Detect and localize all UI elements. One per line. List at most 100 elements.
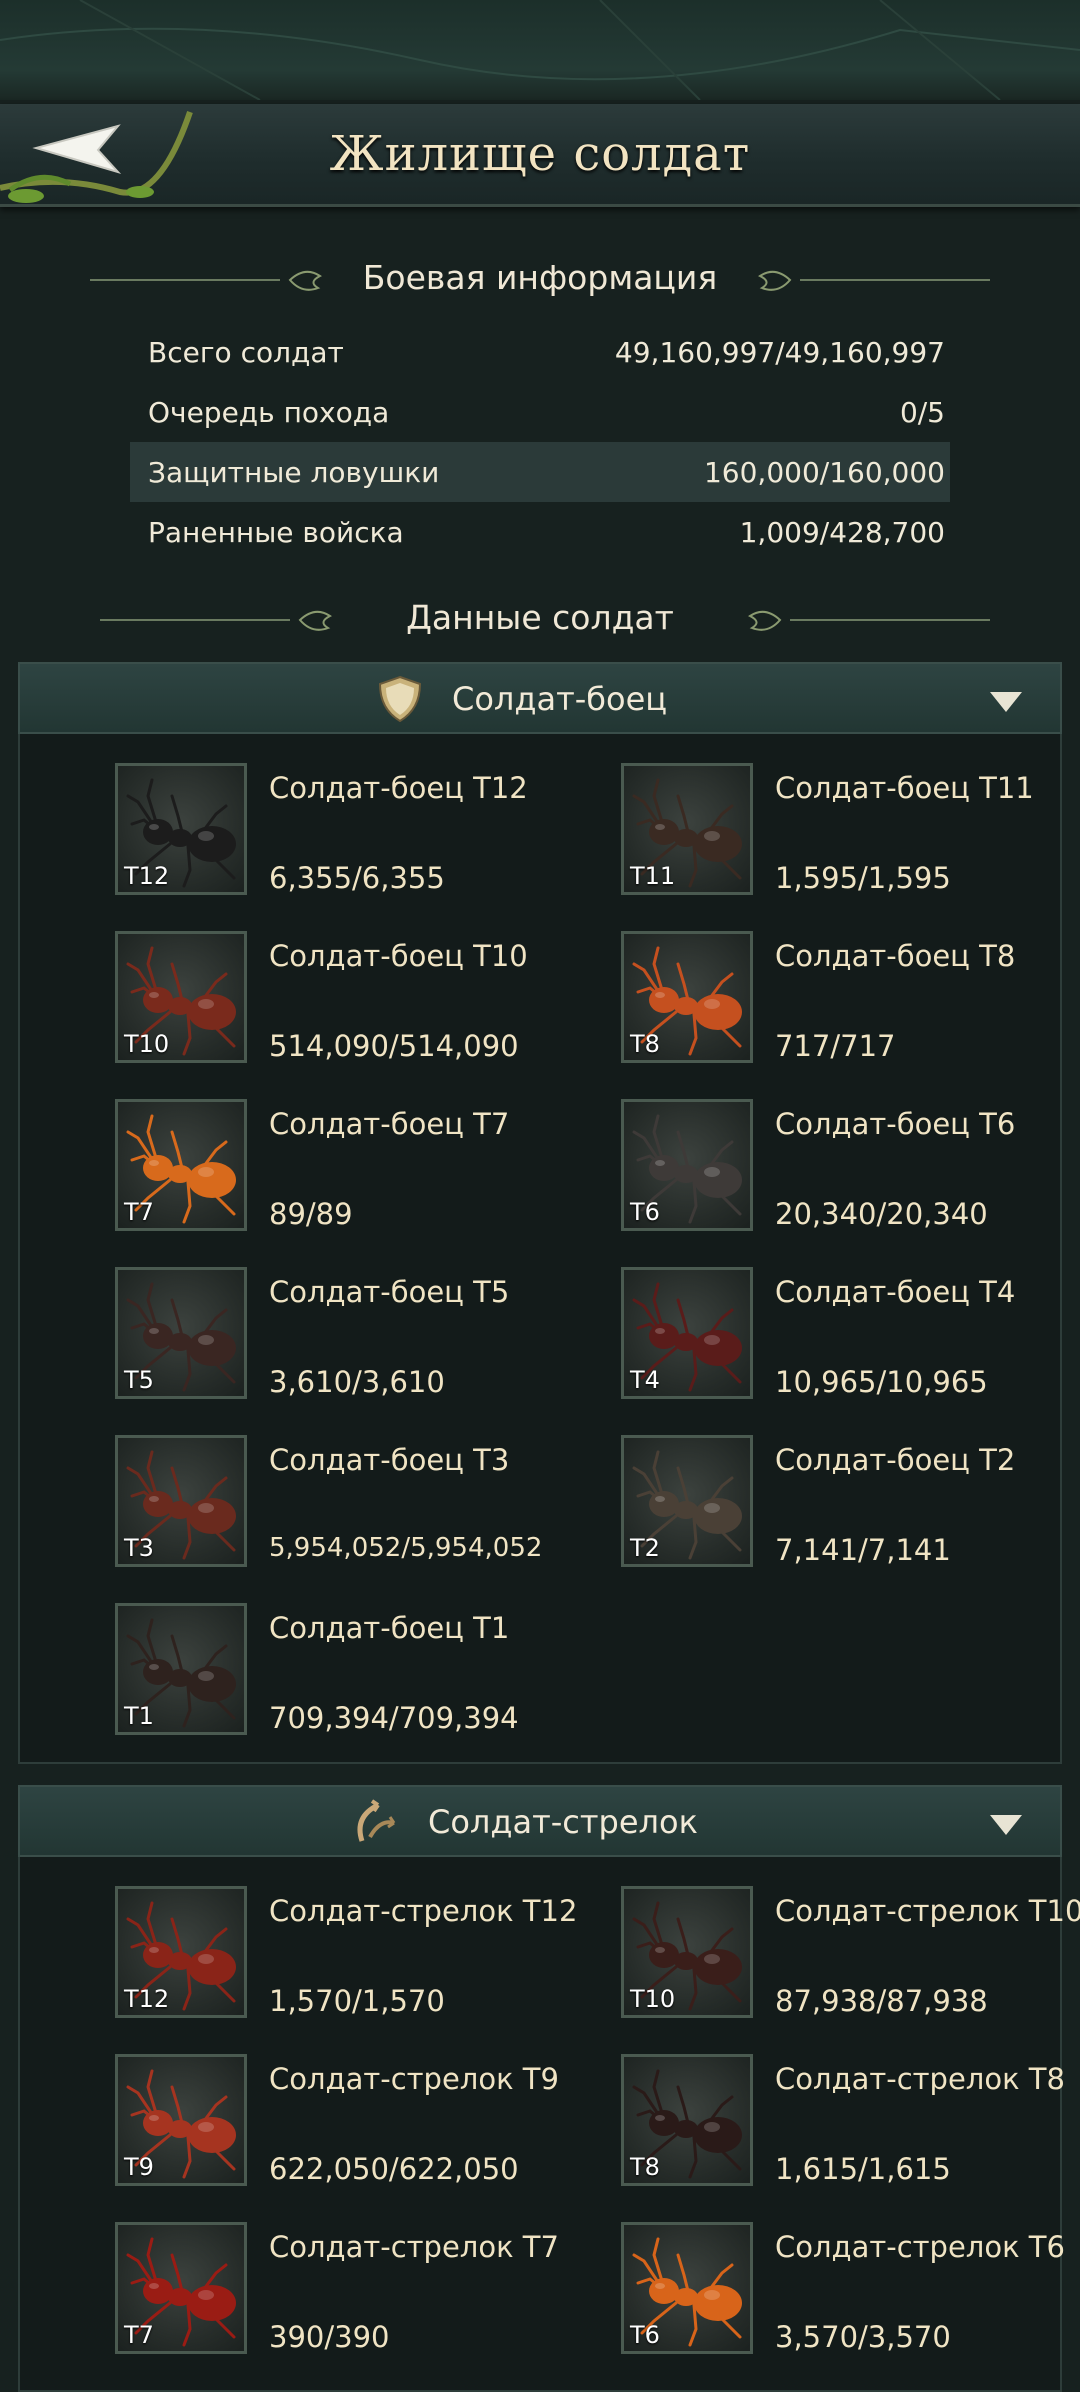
unit-card[interactable]: T9 Солдат-стрелок Т9 622,050/622,050 — [115, 2054, 615, 2194]
info-row-wounded: Раненные войска 1,009/428,700 — [148, 516, 945, 549]
unit-portrait[interactable]: T8 — [621, 931, 753, 1063]
unit-card[interactable]: T8 Солдат-стрелок Т8 1,615/1,615 — [621, 2054, 1080, 2194]
category-header-archer[interactable]: Солдат-стрелок — [18, 1785, 1062, 1857]
unit-count: 6,355/6,355 — [269, 861, 445, 895]
info-row-traps: Защитные ловушки 160,000/160,000 — [130, 442, 950, 502]
unit-portrait[interactable]: T1 — [115, 1603, 247, 1735]
unit-tier: T4 — [630, 1366, 660, 1394]
unit-name: Солдат-боец Т2 — [775, 1443, 1016, 1477]
unit-name: Солдат-стрелок Т9 — [269, 2062, 559, 2096]
unit-count: 514,090/514,090 — [269, 1029, 519, 1063]
unit-portrait[interactable]: T12 — [115, 763, 247, 895]
bow-icon — [357, 1799, 396, 1842]
unit-portrait[interactable]: T4 — [621, 1267, 753, 1399]
unit-count: 390/390 — [269, 2320, 390, 2354]
unit-name: Солдат-стрелок Т6 — [775, 2230, 1065, 2264]
unit-tier: T8 — [630, 2153, 660, 2181]
unit-portrait[interactable]: T10 — [621, 1886, 753, 2018]
unit-portrait[interactable]: T8 — [621, 2054, 753, 2186]
unit-portrait[interactable]: T5 — [115, 1267, 247, 1399]
unit-count: 89/89 — [269, 1197, 353, 1231]
unit-name: Солдат-боец Т12 — [269, 771, 528, 805]
soldier-data-heading: Данные солдат — [0, 590, 1080, 650]
unit-count: 1,570/1,570 — [269, 1984, 445, 2018]
unit-count: 717/717 — [775, 1029, 896, 1063]
unit-portrait[interactable]: T9 — [115, 2054, 247, 2186]
unit-card[interactable]: T11 Солдат-боец Т11 1,595/1,595 — [621, 763, 1080, 903]
unit-portrait[interactable]: T3 — [115, 1435, 247, 1567]
unit-name: Солдат-стрелок Т12 — [269, 1894, 578, 1928]
unit-card[interactable]: T6 Солдат-стрелок Т6 3,570/3,570 — [621, 2222, 1080, 2362]
ornament-right-icon — [748, 610, 990, 631]
unit-portrait[interactable]: T12 — [115, 1886, 247, 2018]
unit-card[interactable]: T10 Солдат-стрелок Т10 87,938/87,938 — [621, 1886, 1080, 2026]
unit-count: 622,050/622,050 — [269, 2152, 519, 2186]
unit-count: 5,954,052/5,954,052 — [269, 1533, 543, 1563]
unit-portrait[interactable]: T6 — [621, 1099, 753, 1231]
unit-tier: T6 — [630, 2321, 660, 2349]
unit-portrait[interactable]: T7 — [115, 1099, 247, 1231]
unit-tier: T2 — [630, 1534, 660, 1562]
unit-tier: T1 — [124, 1702, 154, 1730]
unit-card[interactable]: T2 Солдат-боец Т2 7,141/7,141 — [621, 1435, 1080, 1575]
info-row-march-queue: Очередь похода 0/5 — [148, 396, 945, 429]
unit-portrait[interactable]: T11 — [621, 763, 753, 895]
unit-tier: T12 — [124, 1985, 170, 2013]
unit-name: Солдат-боец Т11 — [775, 771, 1034, 805]
unit-count: 1,595/1,595 — [775, 861, 951, 895]
unit-card[interactable]: T10 Солдат-боец Т10 514,090/514,090 — [115, 931, 615, 1071]
unit-portrait[interactable]: T6 — [621, 2222, 753, 2354]
unit-card[interactable]: T8 Солдат-боец Т8 717/717 — [621, 931, 1080, 1071]
category-title-archer: Солдат-стрелок — [428, 1803, 698, 1841]
unit-tier: T10 — [630, 1985, 676, 2013]
unit-card[interactable]: T6 Солдат-боец Т6 20,340/20,340 — [621, 1099, 1080, 1239]
unit-card[interactable]: T7 Солдат-боец Т7 89/89 — [115, 1099, 615, 1239]
unit-portrait[interactable]: T7 — [115, 2222, 247, 2354]
unit-count: 3,610/3,610 — [269, 1365, 445, 1399]
unit-name: Солдат-боец Т7 — [269, 1107, 510, 1141]
unit-card[interactable]: T3 Солдат-боец Т3 5,954,052/5,954,052 — [115, 1435, 615, 1575]
chevron-down-icon — [990, 1815, 1022, 1835]
unit-card[interactable]: T1 Солдат-боец Т1 709,394/709,394 — [115, 1603, 615, 1743]
unit-tier: T7 — [124, 1198, 154, 1226]
unit-portrait[interactable]: T10 — [115, 931, 247, 1063]
category-title-fighter: Солдат-боец — [452, 680, 668, 718]
unit-card[interactable]: T12 Солдат-боец Т12 6,355/6,355 — [115, 763, 615, 903]
unit-name: Солдат-боец Т8 — [775, 939, 1016, 973]
unit-tier: T10 — [124, 1030, 170, 1058]
unit-tier: T7 — [124, 2321, 154, 2349]
header-bar: Жилище солдат — [0, 104, 1080, 207]
unit-count: 7,141/7,141 — [775, 1533, 951, 1567]
ornament-right-icon — [758, 270, 990, 291]
unit-count: 10,965/10,965 — [775, 1365, 988, 1399]
unit-name: Солдат-стрелок Т7 — [269, 2230, 559, 2264]
unit-card[interactable]: T7 Солдат-стрелок Т7 390/390 — [115, 2222, 615, 2362]
unit-tier: T5 — [124, 1366, 154, 1394]
unit-count: 1,615/1,615 — [775, 2152, 951, 2186]
battle-info-heading: Боевая информация — [0, 250, 1080, 310]
info-row-total: Всего солдат 49,160,997/49,160,997 — [148, 336, 945, 369]
category-header-fighter[interactable]: Солдат-боец — [18, 662, 1062, 734]
page-title: Жилище солдат — [329, 126, 751, 182]
unit-portrait[interactable]: T2 — [621, 1435, 753, 1567]
unit-name: Солдат-стрелок Т8 — [775, 2062, 1065, 2096]
unit-tier: T8 — [630, 1030, 660, 1058]
unit-name: Солдат-боец Т5 — [269, 1275, 510, 1309]
unit-name: Солдат-стрелок Т10 — [775, 1894, 1080, 1928]
unit-card[interactable]: T12 Солдат-стрелок Т12 1,570/1,570 — [115, 1886, 615, 2026]
unit-count: 709,394/709,394 — [269, 1701, 519, 1735]
unit-card[interactable]: T5 Солдат-боец Т5 3,610/3,610 — [115, 1267, 615, 1407]
unit-tier: T9 — [124, 2153, 154, 2181]
unit-name: Солдат-боец Т3 — [269, 1443, 510, 1477]
unit-tier: T6 — [630, 1198, 660, 1226]
unit-tier: T11 — [630, 862, 676, 890]
unit-name: Солдат-боец Т4 — [775, 1275, 1016, 1309]
unit-card[interactable]: T4 Солдат-боец Т4 10,965/10,965 — [621, 1267, 1080, 1407]
unit-tier: T12 — [124, 862, 170, 890]
unit-name: Солдат-боец Т1 — [269, 1611, 510, 1645]
shield-icon — [378, 675, 422, 723]
unit-tier: T3 — [124, 1534, 154, 1562]
chevron-down-icon — [990, 692, 1022, 712]
unit-count: 3,570/3,570 — [775, 2320, 951, 2354]
unit-count: 20,340/20,340 — [775, 1197, 988, 1231]
